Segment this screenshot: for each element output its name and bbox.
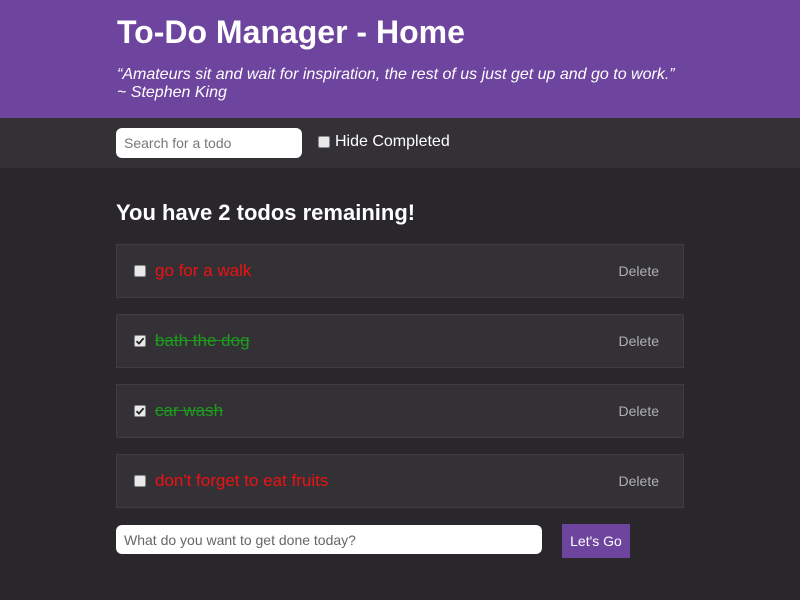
header-quote: “Amateurs sit and wait for inspiration, … bbox=[117, 66, 675, 83]
quote-author: ~ Stephen King bbox=[117, 84, 227, 101]
hide-completed-label: Hide Completed bbox=[335, 133, 450, 150]
new-todo-input[interactable] bbox=[116, 525, 542, 554]
todo-checkbox[interactable] bbox=[134, 475, 146, 487]
search-input[interactable] bbox=[116, 128, 302, 158]
todo-checkbox[interactable] bbox=[134, 405, 146, 417]
todo-text: bath the dog bbox=[155, 331, 250, 350]
todo-checkbox[interactable] bbox=[134, 265, 146, 277]
checkmark-icon bbox=[135, 337, 145, 345]
todo-text: don't forget to eat fruits bbox=[155, 471, 329, 490]
todo-item: go for a walk Delete bbox=[116, 244, 684, 298]
todo-text: car wash bbox=[155, 401, 224, 420]
hide-completed-toggle[interactable]: Hide Completed bbox=[318, 132, 450, 152]
todo-text: go for a walk bbox=[155, 261, 252, 280]
todo-checkbox[interactable] bbox=[134, 335, 146, 347]
todo-item: car wash Delete bbox=[116, 384, 684, 438]
delete-button[interactable]: Delete bbox=[619, 473, 659, 489]
todo-item: don't forget to eat fruits Delete bbox=[116, 454, 684, 508]
toolbar: Hide Completed bbox=[0, 118, 800, 168]
remaining-count-heading: You have 2 todos remaining! bbox=[116, 200, 416, 225]
page-title: To-Do Manager - Home bbox=[117, 14, 465, 50]
delete-button[interactable]: Delete bbox=[619, 333, 659, 349]
delete-button[interactable]: Delete bbox=[619, 403, 659, 419]
add-todo-button[interactable]: Let's Go bbox=[562, 524, 630, 558]
delete-button[interactable]: Delete bbox=[619, 263, 659, 279]
app-header: To-Do Manager - Home “Amateurs sit and w… bbox=[0, 0, 800, 118]
todo-item: bath the dog Delete bbox=[116, 314, 684, 368]
hide-completed-checkbox[interactable] bbox=[318, 136, 330, 148]
checkmark-icon bbox=[135, 407, 145, 415]
